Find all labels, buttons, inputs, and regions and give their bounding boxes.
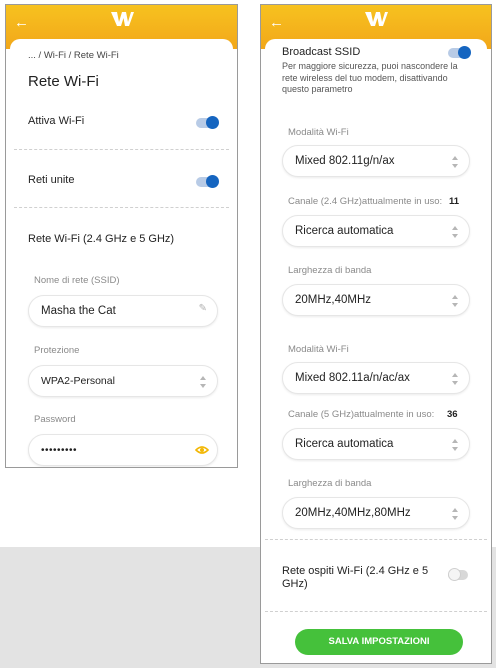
broadcast-ssid-description: Per maggiore sicurezza, puoi nascondere … [282, 61, 458, 94]
ssid-value: Masha the Cat [41, 305, 116, 317]
updown-chevron-icon [452, 373, 458, 385]
mode-5-value: Mixed 802.11a/n/ac/ax [295, 372, 410, 384]
updown-chevron-icon [452, 508, 458, 520]
bandwidth-5-label: Larghezza di banda [288, 478, 372, 489]
password-field[interactable]: ••••••••• [28, 434, 218, 466]
bandwidth-24-value: 20MHz,40MHz [295, 294, 372, 306]
page-title: Rete Wi-Fi [28, 73, 99, 90]
bandwidth-5-value: 20MHz,40MHz,80MHz [295, 507, 411, 519]
eye-icon[interactable] [195, 445, 209, 455]
updown-chevron-icon [452, 226, 458, 238]
bandwidth-24-select[interactable]: 20MHz,40MHz [282, 284, 470, 316]
guest-network-toggle[interactable] [448, 568, 468, 581]
channel-24-label: Canale (2.4 GHz)attualmente in uso: [288, 196, 443, 207]
merged-networks-toggle[interactable] [196, 175, 219, 188]
right-screen: ← Broadcast SSID Per maggiore sicurezza,… [260, 4, 492, 664]
section-title: Rete Wi-Fi (2.4 GHz e 5 GHz) [28, 233, 175, 245]
broadcast-ssid-label: Broadcast SSID [282, 46, 361, 58]
wifi-active-toggle[interactable] [196, 116, 219, 129]
mode-24-select[interactable]: Mixed 802.11g/n/ax [282, 145, 470, 177]
channel-5-in-use: 36 [447, 409, 458, 420]
mode-5-label: Modalità Wi-Fi [288, 344, 349, 355]
pencil-icon[interactable]: ✎ [199, 304, 207, 314]
left-screen: ← ... / Wi-Fi / Rete Wi-Fi Rete Wi-Fi At… [5, 4, 238, 468]
merged-networks-label: Reti unite [28, 174, 75, 186]
updown-chevron-icon [452, 156, 458, 168]
brand-logo-icon [365, 12, 388, 26]
channel-24-select[interactable]: Ricerca automatica [282, 215, 470, 247]
password-label: Password [34, 414, 76, 425]
mode-5-select[interactable]: Mixed 802.11a/n/ac/ax [282, 362, 470, 394]
divider [265, 611, 487, 612]
guest-network-label: Rete ospiti Wi-Fi (2.4 GHz e 5 GHz) [282, 565, 429, 590]
divider [265, 539, 487, 540]
brand-logo-icon [110, 12, 134, 26]
channel-5-label: Canale (5 GHz)attualmente in uso: [288, 409, 435, 420]
divider [14, 149, 229, 150]
ssid-label: Nome di rete (SSID) [34, 275, 120, 286]
content-sheet: ... / Wi-Fi / Rete Wi-Fi Rete Wi-Fi Atti… [10, 39, 233, 467]
ssid-field[interactable]: Masha the Cat ✎ [28, 295, 218, 327]
protection-select[interactable]: WPA2-Personal [28, 365, 218, 397]
protection-label: Protezione [34, 345, 80, 356]
channel-24-value: Ricerca automatica [295, 225, 394, 237]
mode-24-label: Modalità Wi-Fi [288, 127, 349, 138]
wifi-active-label: Attiva Wi-Fi [28, 115, 85, 127]
breadcrumb[interactable]: ... / Wi-Fi / Rete Wi-Fi [28, 50, 119, 61]
content-sheet: Broadcast SSID Per maggiore sicurezza, p… [265, 39, 487, 663]
arrow-left-icon[interactable]: ← [14, 14, 29, 31]
channel-24-in-use: 11 [449, 196, 460, 207]
divider [14, 207, 229, 208]
protection-value: WPA2-Personal [41, 375, 115, 387]
channel-5-value: Ricerca automatica [295, 438, 394, 450]
broadcast-ssid-toggle[interactable] [448, 46, 471, 59]
arrow-left-icon[interactable]: ← [269, 14, 284, 31]
updown-chevron-icon [452, 439, 458, 451]
bandwidth-24-label: Larghezza di banda [288, 265, 372, 276]
mode-24-value: Mixed 802.11g/n/ax [295, 155, 395, 167]
save-settings-button[interactable]: SALVA IMPOSTAZIONI [295, 629, 463, 655]
updown-chevron-icon [200, 376, 206, 388]
updown-chevron-icon [452, 295, 458, 307]
bandwidth-5-select[interactable]: 20MHz,40MHz,80MHz [282, 497, 470, 529]
channel-5-select[interactable]: Ricerca automatica [282, 428, 470, 460]
password-value: ••••••••• [41, 445, 78, 456]
